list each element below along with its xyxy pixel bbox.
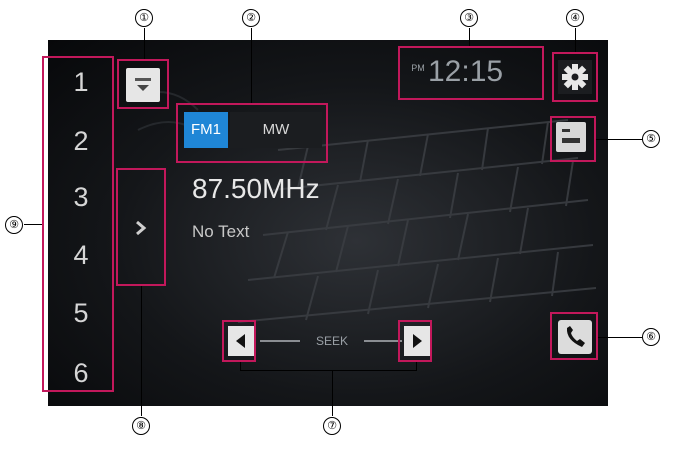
callout-9: ⑨	[5, 216, 23, 234]
frequency-display: 87.50MHz	[192, 173, 320, 204]
callout-8: ⑧	[132, 417, 150, 435]
settings-highlight	[552, 52, 598, 102]
leader-2	[251, 28, 252, 103]
seek-next-highlight	[398, 320, 432, 362]
station-text: No Text	[192, 222, 250, 241]
clock-highlight	[398, 46, 544, 100]
callout-5: ⑤	[642, 130, 660, 148]
seek-label: SEEK	[315, 334, 348, 348]
leader-7c	[332, 370, 333, 416]
callout-6: ⑥	[642, 328, 660, 346]
info-highlight	[550, 116, 596, 162]
preset-toggle-highlight	[116, 168, 166, 286]
leader-7a	[240, 362, 241, 370]
callout-4: ④	[566, 9, 584, 27]
seek-line-left	[260, 340, 300, 342]
seek-line-right	[364, 340, 402, 342]
leader-4	[575, 28, 576, 52]
callout-3: ③	[460, 9, 478, 27]
leader-1	[144, 28, 145, 59]
leader-3	[469, 28, 470, 46]
band-highlight	[176, 103, 328, 163]
leader-8	[141, 286, 142, 416]
seek-prev-highlight	[222, 320, 256, 362]
callout-1: ①	[135, 9, 153, 27]
callout-7: ⑦	[323, 417, 341, 435]
leader-5	[596, 139, 642, 140]
leader-7b	[416, 362, 417, 370]
phone-highlight	[550, 312, 598, 360]
presets-highlight	[42, 56, 114, 392]
callout-2: ②	[242, 9, 260, 27]
leader-9	[24, 224, 42, 225]
leader-7-bar	[240, 370, 417, 371]
leader-6	[598, 337, 642, 338]
source-highlight	[117, 59, 169, 109]
